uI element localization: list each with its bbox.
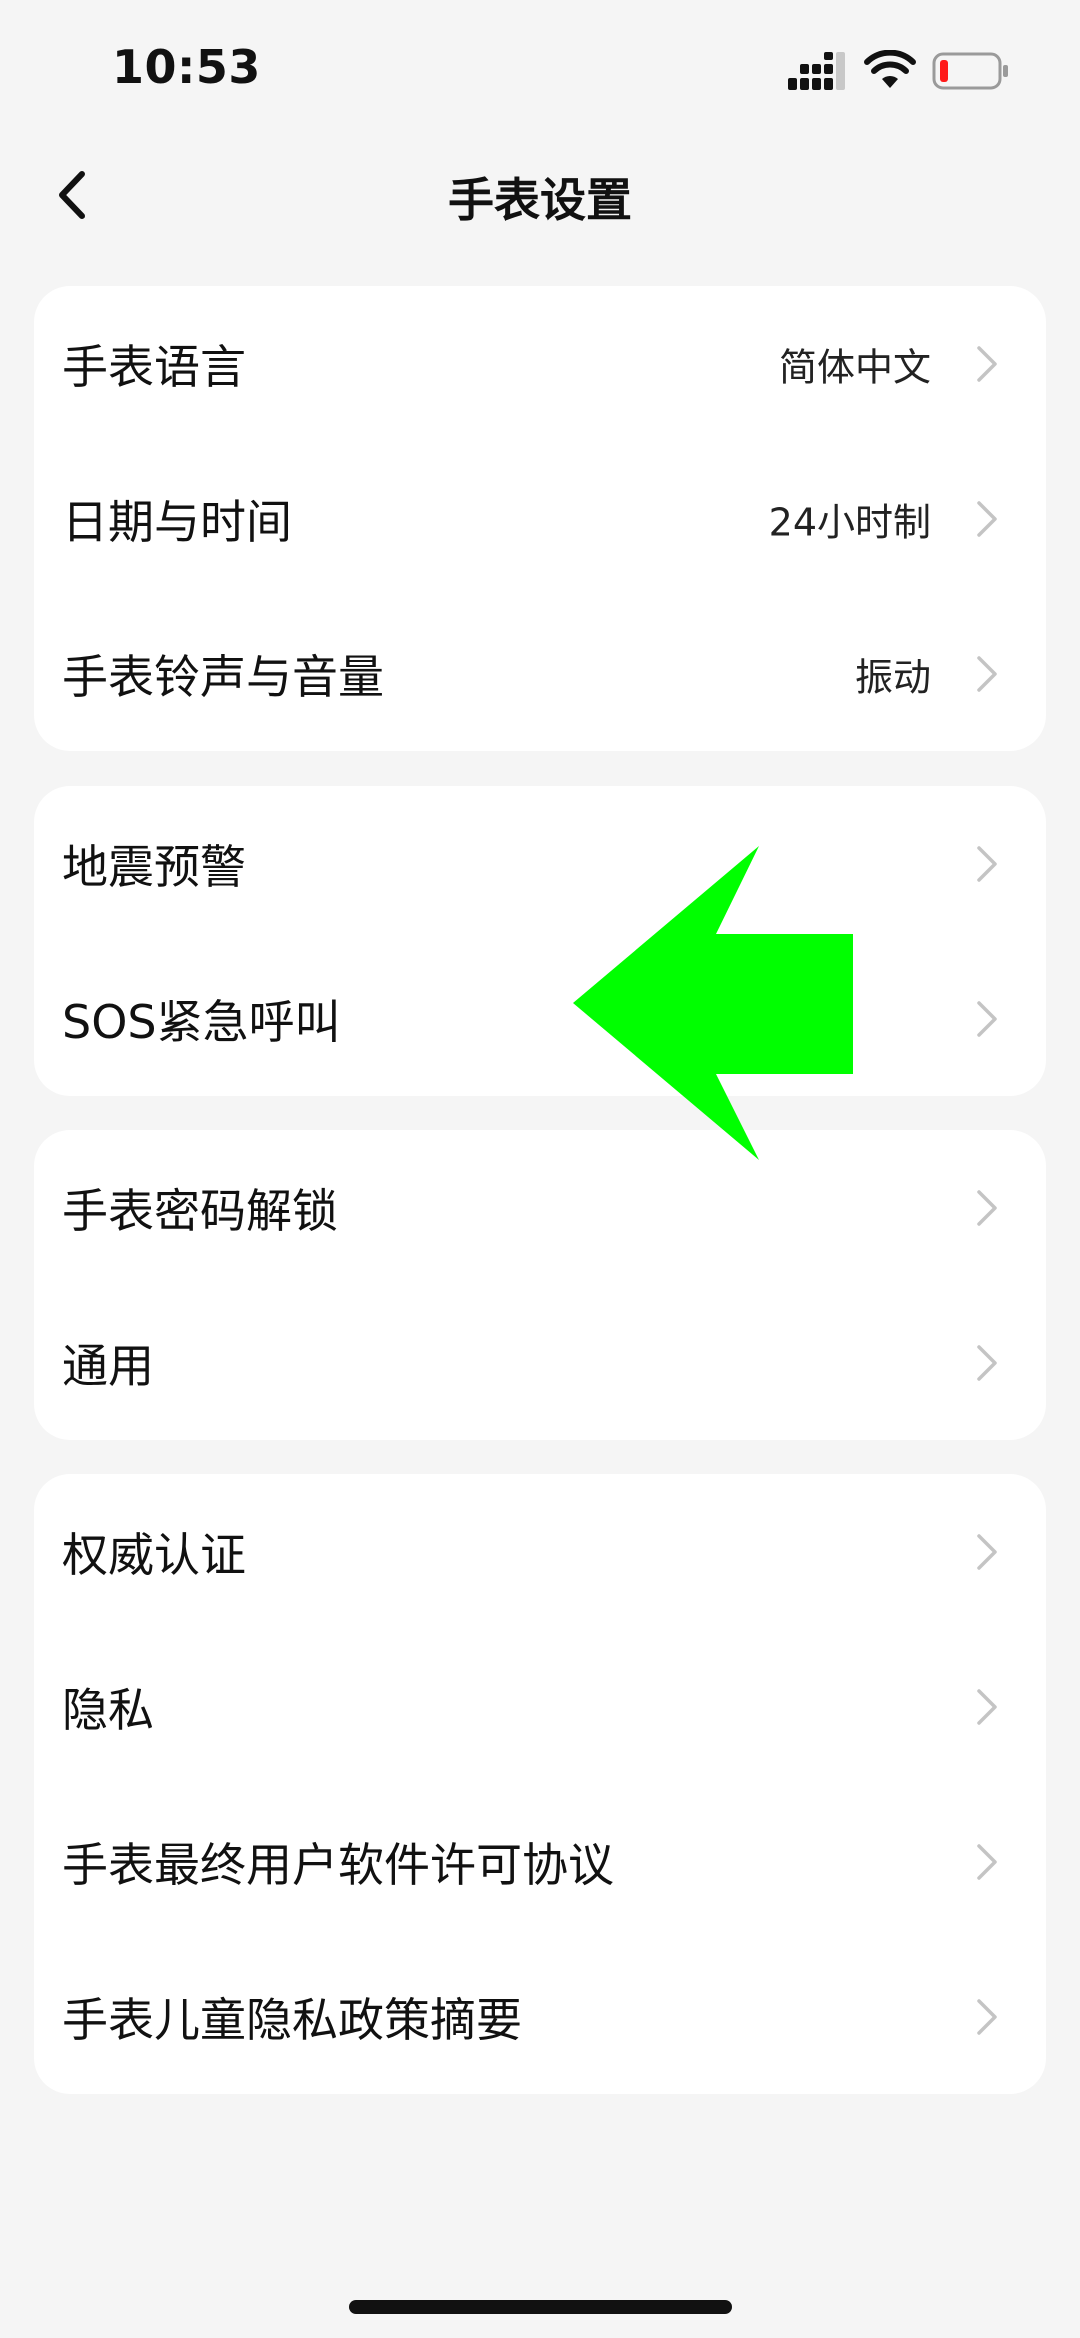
chevron-right-icon xyxy=(977,655,997,692)
setting-row-date-time[interactable]: 日期与时间 24小时制 xyxy=(34,441,1046,596)
setting-row-certification[interactable]: 权威认证 xyxy=(34,1474,1046,1629)
setting-label: 地震预警 xyxy=(62,839,246,894)
setting-label: 手表儿童隐私政策摘要 xyxy=(62,1992,522,2047)
battery-icon xyxy=(932,52,1008,90)
setting-label: 权威认证 xyxy=(62,1527,246,1582)
wifi-icon xyxy=(864,50,916,88)
setting-label: 手表密码解锁 xyxy=(62,1183,338,1238)
setting-label: 隐私 xyxy=(62,1682,154,1737)
annotation-arrow-icon xyxy=(573,846,853,1160)
navigation-bar: 手表设置 xyxy=(0,140,1080,250)
setting-row-sos-emergency-call[interactable]: SOS紧急呼叫 xyxy=(34,941,1046,1096)
setting-row-password-unlock[interactable]: 手表密码解锁 xyxy=(34,1130,1046,1285)
chevron-right-icon xyxy=(977,1688,997,1725)
setting-row-general[interactable]: 通用 xyxy=(34,1285,1046,1440)
signal-icon xyxy=(788,52,845,90)
setting-row-ringtone-volume[interactable]: 手表铃声与音量 振动 xyxy=(34,596,1046,751)
setting-label: 日期与时间 xyxy=(62,494,292,549)
chevron-right-icon xyxy=(977,1344,997,1381)
setting-value: 振动 xyxy=(854,655,931,699)
chevron-right-icon xyxy=(977,1533,997,1570)
status-time: 10:53 xyxy=(112,40,261,94)
setting-label: 通用 xyxy=(62,1338,154,1393)
chevron-right-icon xyxy=(977,345,997,382)
setting-row-earthquake-warning[interactable]: 地震预警 xyxy=(34,786,1046,941)
chevron-right-icon xyxy=(977,1843,997,1880)
setting-value: 简体中文 xyxy=(778,345,931,389)
home-indicator[interactable] xyxy=(349,2300,732,2314)
setting-row-eula[interactable]: 手表最终用户软件许可协议 xyxy=(34,1784,1046,1939)
page-title: 手表设置 xyxy=(448,173,632,227)
chevron-right-icon xyxy=(977,1000,997,1037)
chevron-right-icon xyxy=(977,845,997,882)
setting-label: 手表铃声与音量 xyxy=(62,649,384,704)
setting-row-child-privacy-summary[interactable]: 手表儿童隐私政策摘要 xyxy=(34,1939,1046,2094)
setting-row-privacy[interactable]: 隐私 xyxy=(34,1629,1046,1784)
chevron-right-icon xyxy=(977,500,997,537)
setting-value: 24小时制 xyxy=(768,500,931,544)
setting-row-watch-language[interactable]: 手表语言 简体中文 xyxy=(34,286,1046,441)
setting-label: 手表最终用户软件许可协议 xyxy=(62,1837,614,1892)
settings-group-basic: 手表语言 简体中文 日期与时间 24小时制 手表铃声与音量 振动 xyxy=(34,286,1046,751)
status-bar: 10:53 xyxy=(0,0,1080,140)
chevron-right-icon xyxy=(977,1998,997,2035)
setting-label: 手表语言 xyxy=(62,339,246,394)
settings-group-general: 手表密码解锁 通用 xyxy=(34,1130,1046,1440)
setting-label: SOS紧急呼叫 xyxy=(62,994,341,1049)
chevron-right-icon xyxy=(977,1189,997,1226)
settings-group-legal: 权威认证 隐私 手表最终用户软件许可协议 手表儿童隐私政策摘要 xyxy=(34,1474,1046,2094)
settings-group-safety: 地震预警 SOS紧急呼叫 xyxy=(34,786,1046,1096)
